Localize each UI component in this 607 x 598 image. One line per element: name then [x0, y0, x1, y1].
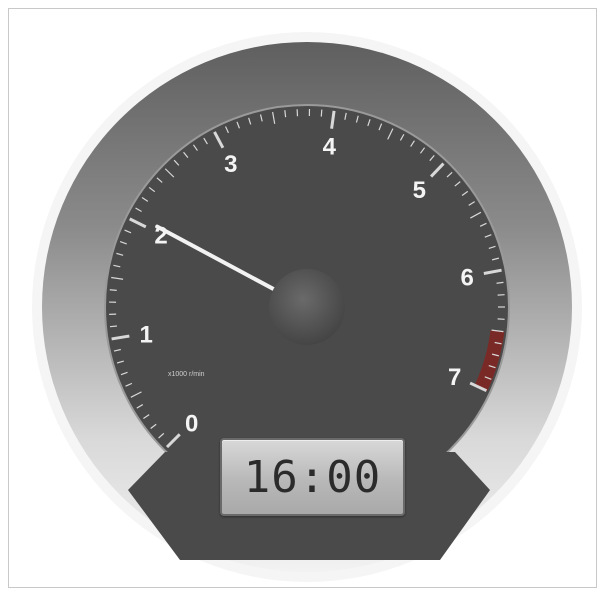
scale-label-7: 7	[448, 364, 461, 391]
minor-tick	[320, 109, 323, 117]
needle-hub	[269, 269, 345, 345]
unit-label: x1000 r/min	[168, 371, 205, 378]
scale-label-6: 6	[460, 265, 473, 292]
scale-label-1: 1	[139, 321, 152, 348]
minor-tick	[109, 325, 118, 328]
clock-time: 16:00	[243, 451, 382, 503]
scale-label-3: 3	[224, 151, 237, 178]
scale-label-0: 0	[185, 410, 198, 437]
minor-tick	[109, 289, 117, 291]
minor-tick	[284, 110, 287, 118]
scale-label-4: 4	[323, 134, 337, 161]
digital-clock: 16:00	[220, 438, 405, 516]
scale-label-5: 5	[413, 177, 426, 204]
